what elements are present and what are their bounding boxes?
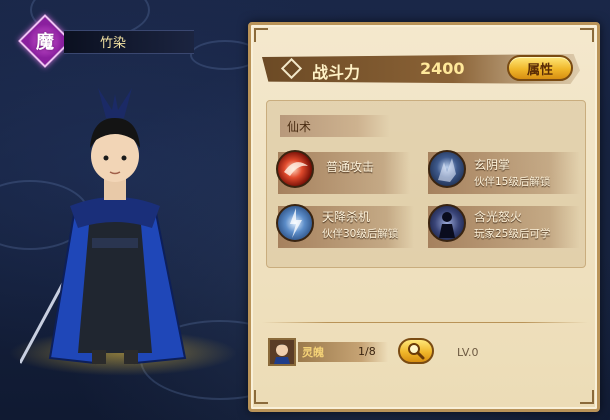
attributes-button[interactable]: 属性	[507, 55, 573, 81]
skill-name: 玄阴掌	[474, 158, 511, 172]
panel-corner-ornament	[580, 390, 594, 404]
hero-name: 竹染	[100, 36, 127, 51]
combat-power-value: 2400	[420, 59, 465, 78]
faction-demon-icon: 魔	[36, 32, 54, 53]
dark-palm-icon[interactable]	[428, 150, 466, 188]
spirit-count: 1/8	[358, 345, 376, 358]
combat-power-label: 战斗力	[312, 63, 361, 82]
skill-unlock-status: 伙伴15级后解锁	[474, 176, 551, 188]
panel-divider	[262, 322, 588, 323]
spirit-portrait-icon	[268, 338, 296, 366]
level-text: LV.0	[457, 346, 479, 359]
shadow-figure-icon[interactable]	[428, 204, 466, 242]
hero-character-figure	[20, 88, 187, 365]
skill-name: 含光怒火	[474, 210, 523, 224]
skill-unlock-status: 玩家25级后可学	[474, 228, 551, 240]
skills-section-label: 仙术	[287, 120, 312, 134]
magnifier-icon	[408, 343, 425, 360]
panel-corner-ornament	[580, 28, 594, 42]
magnifier-button[interactable]	[398, 338, 434, 364]
skill-name: 天降杀机	[322, 210, 371, 224]
panel-corner-ornament	[254, 28, 268, 42]
skill-unlock-status: 伙伴30级后解锁	[322, 228, 399, 240]
red-swirl-attack-icon[interactable]	[276, 150, 314, 188]
spirit-label: 灵魄	[302, 346, 324, 359]
panel-corner-ornament	[254, 390, 268, 404]
blue-lightning-icon[interactable]	[276, 204, 314, 242]
skill-name: 普通攻击	[326, 160, 375, 174]
hero-name-bar	[64, 30, 194, 54]
